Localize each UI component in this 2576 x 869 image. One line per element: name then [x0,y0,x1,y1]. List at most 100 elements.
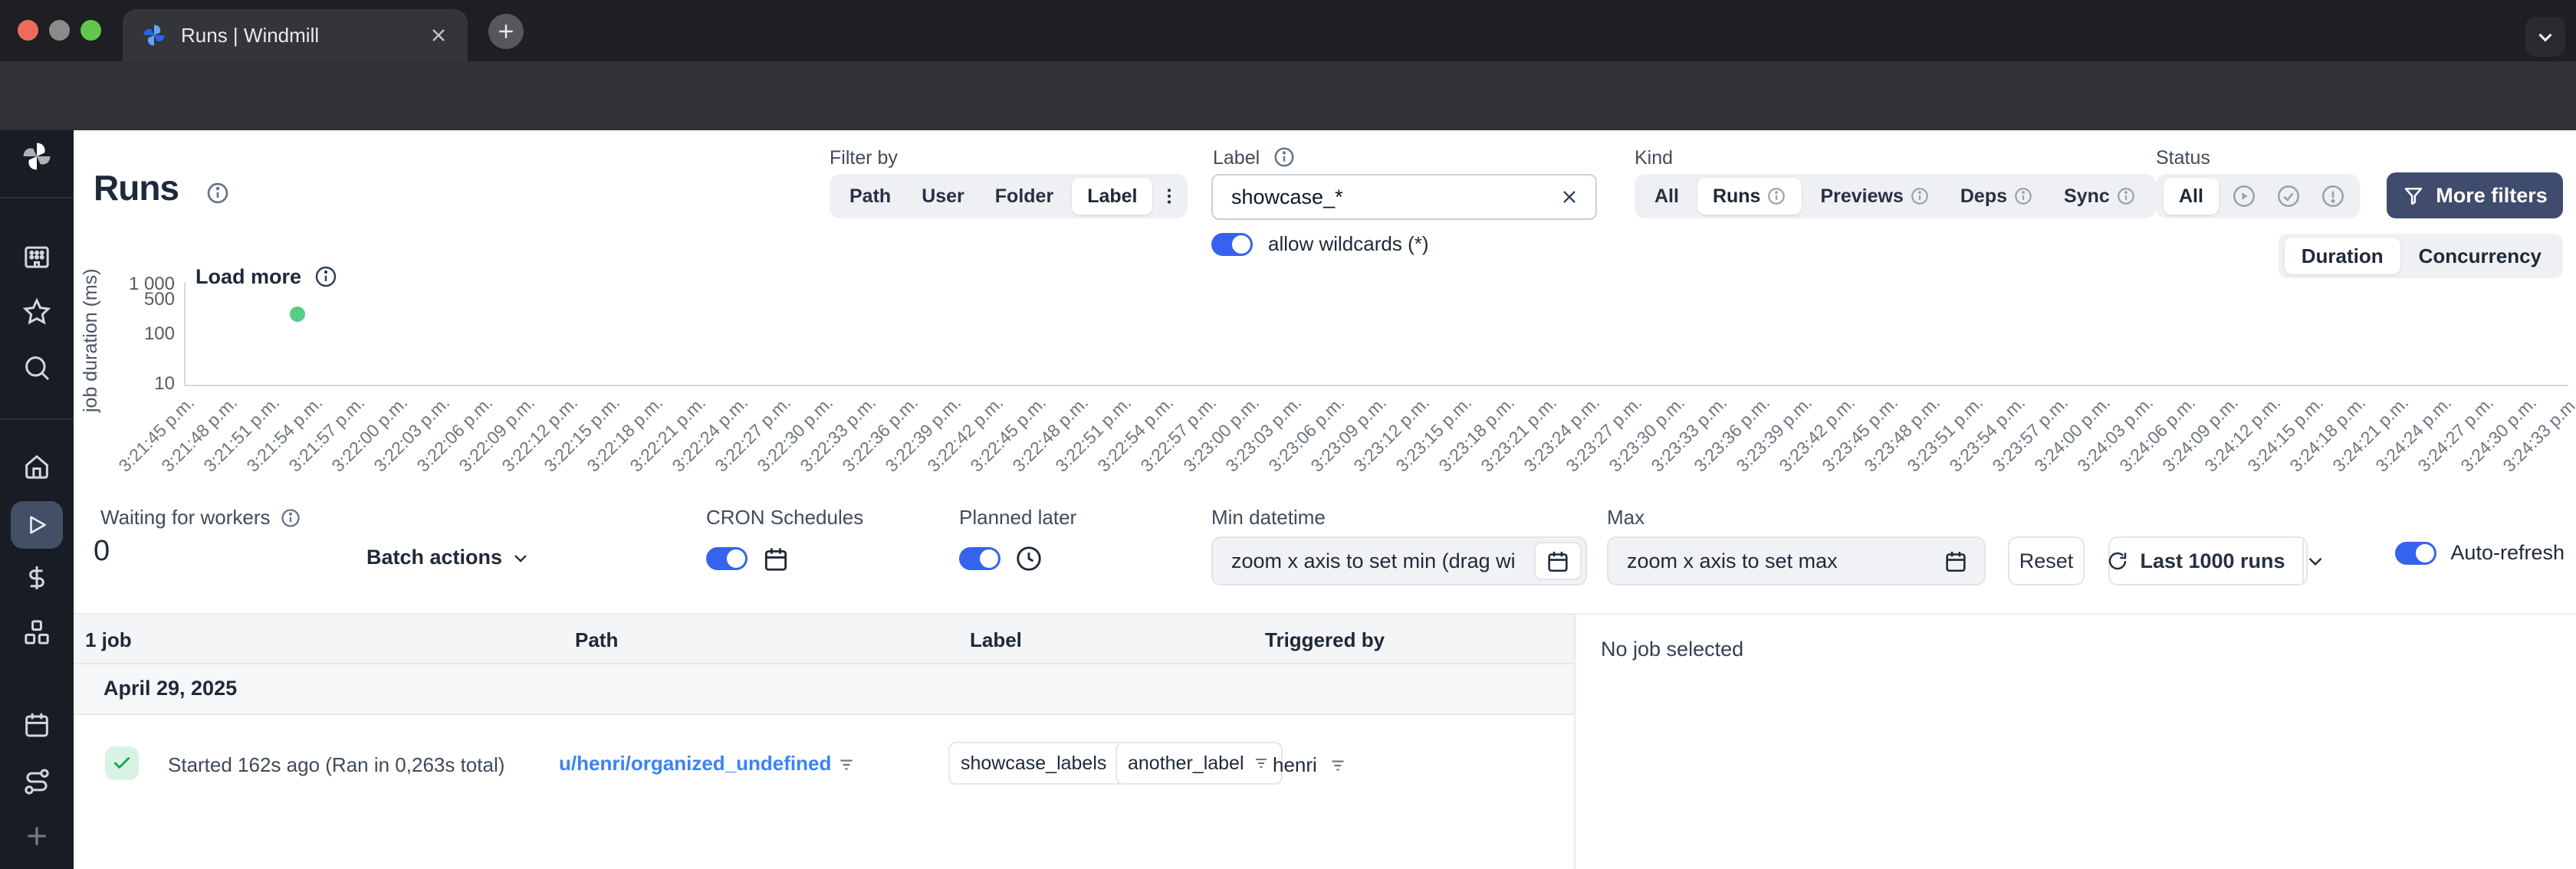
y-tick-label: 10 [154,373,175,394]
y-axis-line [184,282,186,386]
window-close-button[interactable] [18,20,38,41]
filter-by-label-selected[interactable]: Label [1072,178,1153,215]
sidebar-item-resources[interactable] [21,617,52,648]
kind-deps[interactable]: Deps [1948,185,2045,208]
kind-sync-info-icon[interactable] [2116,186,2136,206]
tab-title: Runs | Windmill [181,23,320,47]
path-filter-icon[interactable] [836,755,856,775]
new-tab-button[interactable] [488,14,524,49]
filter-by-folder[interactable]: Folder [983,185,1066,208]
sidebar-item-schedules[interactable] [21,709,52,739]
success-check-icon [105,746,139,780]
triggered-by-filter-icon[interactable] [1328,756,1348,776]
status-success-icon[interactable] [2269,183,2308,209]
max-datetime-field [1607,536,1986,585]
filter-by-path[interactable]: Path [837,185,903,208]
runs-info-icon[interactable] [205,181,230,205]
sidebar [0,130,74,869]
sidebar-item-favorites[interactable] [21,297,52,327]
date-group-row: April 29, 2025 [74,664,1574,715]
sidebar-item-runs-active[interactable] [11,501,63,549]
sidebar-item-workers-route[interactable] [21,766,52,797]
sidebar-divider [0,418,74,420]
min-calendar-button[interactable] [1534,542,1582,580]
windmill-logo-icon[interactable] [20,139,54,173]
batch-actions-dropdown[interactable]: Batch actions [366,546,531,569]
panel-divider [1574,613,1576,869]
sidebar-item-home[interactable] [21,451,52,482]
refresh-icon [2106,549,2129,572]
windmill-runs-page: Runs Filter by Label Kind Status Path Us… [0,130,2576,869]
triggered-by-cell: henri [1273,753,1348,777]
status-all-selected[interactable]: All [2164,178,2219,215]
run-duration-point[interactable] [290,306,306,322]
min-datetime-field [1211,536,1587,585]
run-label-pill[interactable]: another_label [1116,742,1283,785]
tab-close-icon[interactable] [428,25,449,46]
last-runs-chevron[interactable] [2302,538,2327,584]
min-datetime-input[interactable] [1213,549,1585,573]
clock-icon [1014,544,1043,573]
auto-refresh-label: Auto-refresh [2450,541,2564,564]
filter-by-kebab-icon[interactable] [1158,185,1180,207]
allow-wildcards-label: allow wildcards (*) [1268,232,1429,255]
label-filter-input[interactable] [1213,185,1559,209]
status-running-icon[interactable] [2225,183,2263,209]
clear-label-icon[interactable] [1559,186,1595,208]
run-started-text: Started 162s ago (Ran in 0,263s total) [168,753,505,776]
panel-top-border [1576,613,2576,615]
kind-previews[interactable]: Previews [1808,185,1941,208]
last-runs-main[interactable]: Last 1000 runs [2089,538,2302,584]
status-label: Status [2156,147,2210,169]
sidebar-item-workspace[interactable] [21,241,52,271]
min-datetime-label: Min datetime [1211,506,1326,529]
browser-tab[interactable]: Runs | Windmill [123,9,468,61]
windmill-favicon [141,22,167,48]
cron-schedules-toggle[interactable] [706,547,748,570]
run-path-link[interactable]: u/henri/organized_undefined [559,752,831,776]
calendar-icon [761,544,790,573]
label-section-label: Label [1213,147,1260,169]
status-failure-icon[interactable] [2314,183,2352,209]
label-filter-icon[interactable] [1252,754,1270,772]
window-minimize-button[interactable] [49,20,70,41]
kind-sync[interactable]: Sync [2052,185,2148,208]
tab-duration[interactable]: Duration [2284,238,2400,274]
auto-refresh-toggle[interactable] [2395,541,2437,565]
tab-search-button[interactable] [2525,17,2565,57]
more-filters-button[interactable]: More filters [2387,172,2563,218]
sidebar-item-search[interactable] [21,353,52,383]
run-row[interactable]: Started 162s ago (Ran in 0,263s total) u… [74,715,1574,792]
load-more-info-icon[interactable] [314,264,338,289]
allow-wildcards-toggle[interactable] [1211,232,1253,256]
kind-all[interactable]: All [1642,185,1691,208]
waiting-info-icon[interactable] [280,507,301,529]
planned-later-label: Planned later [959,506,1077,529]
label-info-icon[interactable] [1273,146,1296,169]
last-runs-button: Last 1000 runs [2108,536,2321,585]
job-count: 1 job [85,628,132,651]
kind-runs-selected[interactable]: Runs [1697,178,1802,215]
planned-later-toggle[interactable] [959,547,1001,570]
kind-previews-info-icon[interactable] [1910,186,1930,206]
reset-button[interactable]: Reset [2008,536,2085,585]
max-calendar-icon[interactable] [1943,548,1984,574]
kind-deps-info-icon[interactable] [2013,186,2033,206]
sidebar-item-add[interactable] [21,821,52,851]
window-zoom-button[interactable] [80,20,101,41]
auto-refresh-control: Auto-refresh [2395,541,2564,565]
y-tick-label: 500 [143,288,175,310]
col-triggered-by: Triggered by [1265,628,1385,651]
tab-concurrency[interactable]: Concurrency [2404,244,2557,268]
chevron-down-icon [510,547,531,569]
allow-wildcards-row: allow wildcards (*) [1211,232,1429,256]
planned-later-controls [959,544,1043,573]
max-datetime-label: Max [1607,506,1645,529]
filter-by-user[interactable]: User [909,185,977,208]
x-axis-line [184,385,2568,386]
load-more-button[interactable]: Load more [196,264,338,289]
triggered-by-user: henri [1273,753,1317,776]
sidebar-item-usage[interactable] [21,562,52,593]
max-datetime-input[interactable] [1608,549,1943,573]
kind-runs-info-icon[interactable] [1766,186,1786,206]
